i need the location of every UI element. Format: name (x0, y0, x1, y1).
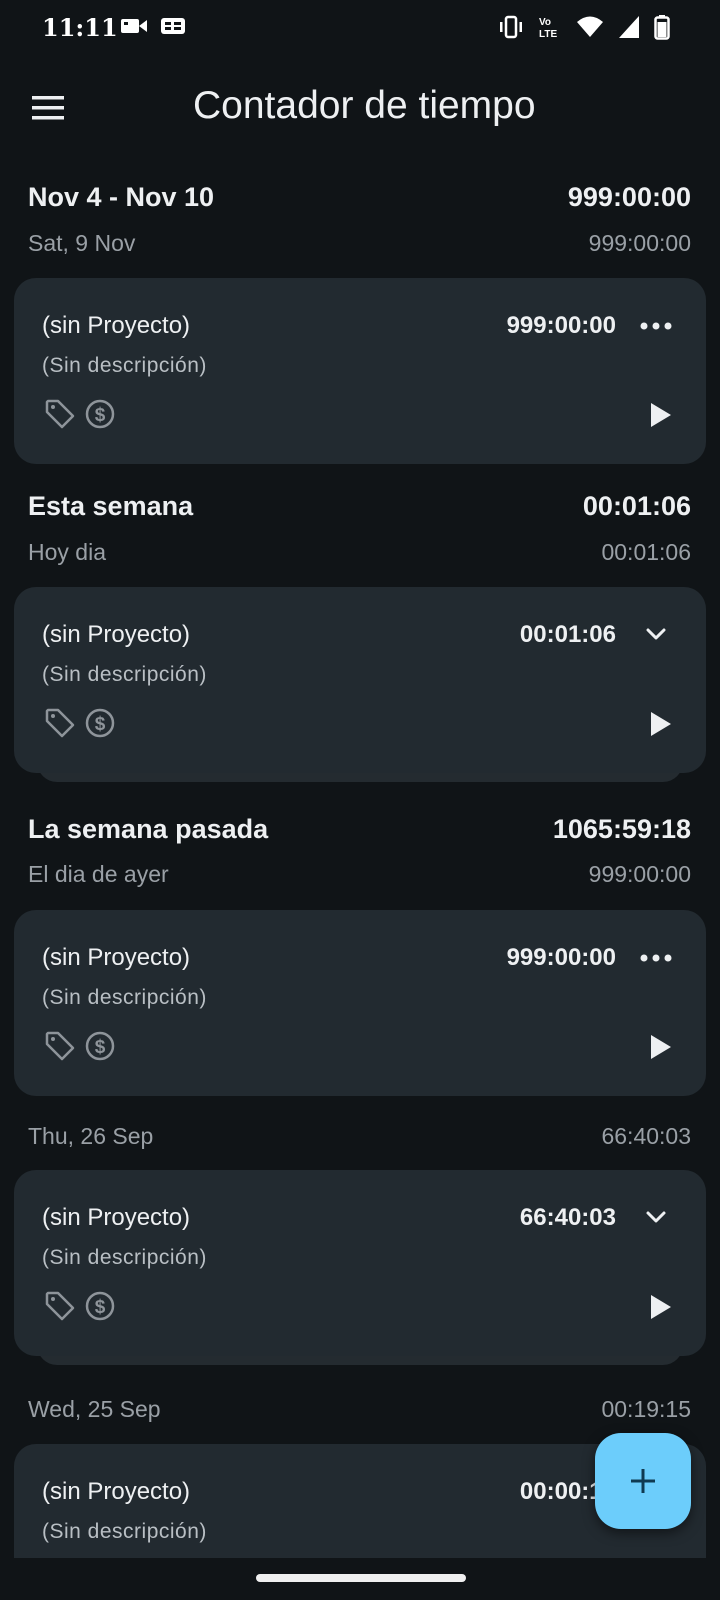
entry-duration: 00:01:06 (519, 621, 616, 648)
tag-icon[interactable] (44, 1290, 76, 1322)
start-timer-button[interactable] (642, 1030, 676, 1064)
week-total: 00:01:06 (582, 491, 691, 521)
more-options-button[interactable] (636, 310, 676, 342)
battery-icon (654, 15, 670, 40)
week-total: 999:00:00 (567, 182, 691, 212)
entry-project: (sin Proyecto) (42, 1478, 191, 1505)
week-header: Esta semana 00:01:06 (28, 491, 691, 522)
more-options-button[interactable] (636, 942, 676, 974)
plus-icon (631, 1469, 655, 1493)
week-label: Nov 4 - Nov 10 (28, 182, 215, 212)
more-horizontal-icon (640, 322, 672, 330)
billable-dollar-icon[interactable]: $ (84, 707, 116, 739)
day-label: Wed, 25 Sep (28, 1396, 161, 1422)
day-label: Thu, 26 Sep (28, 1123, 154, 1149)
home-indicator[interactable] (256, 1574, 466, 1582)
day-total: 999:00:00 (588, 861, 691, 887)
volte-icon: Vo LTE (539, 17, 557, 40)
status-time: 11:11 (42, 13, 118, 42)
entry-project: (sin Proyecto) (42, 944, 191, 971)
week-label: Esta semana (28, 491, 194, 521)
status-bar: 11:11 Vo LTE (0, 0, 720, 56)
navigation-bar (0, 1558, 720, 1600)
tag-icon[interactable] (44, 398, 76, 430)
add-entry-button[interactable] (595, 1433, 691, 1529)
time-entry-card[interactable]: (sin Proyecto) 999:00:00 (Sin descripció… (14, 910, 706, 1096)
entry-project: (sin Proyecto) (42, 1204, 191, 1231)
menu-button[interactable] (30, 94, 66, 122)
svg-text:$: $ (95, 1037, 106, 1058)
time-entry-card[interactable]: (sin Proyecto) 999:00:00 (Sin descripció… (14, 278, 706, 464)
start-timer-button[interactable] (642, 1290, 676, 1324)
caption-icon (161, 18, 185, 34)
entry-duration: 999:00:00 (506, 312, 616, 339)
more-horizontal-icon (640, 954, 672, 962)
wifi-icon (577, 16, 603, 37)
chevron-down-icon (646, 628, 666, 640)
entry-duration: 999:00:00 (506, 944, 616, 971)
billable-dollar-icon[interactable]: $ (84, 398, 116, 430)
day-total: 00:19:15 (601, 1396, 691, 1422)
entry-project: (sin Proyecto) (42, 312, 191, 339)
play-icon (651, 403, 671, 427)
tag-icon[interactable] (44, 1030, 76, 1062)
play-icon (651, 1035, 671, 1059)
week-header: Nov 4 - Nov 10 999:00:00 (28, 182, 691, 213)
svg-text:LTE: LTE (539, 29, 557, 40)
video-camera-icon (121, 19, 147, 33)
svg-text:$: $ (95, 714, 106, 735)
signal-icon (619, 16, 639, 38)
day-label: Sat, 9 Nov (28, 230, 136, 256)
play-icon (651, 1295, 671, 1319)
play-icon (651, 712, 671, 736)
tag-icon[interactable] (44, 707, 76, 739)
day-total: 00:01:06 (601, 539, 691, 565)
week-total: 1065:59:18 (552, 814, 691, 844)
day-label: El dia de ayer (28, 861, 169, 887)
menu-icon (32, 96, 64, 120)
time-entry-card[interactable]: (sin Proyecto) 66:40:03 (Sin descripción… (14, 1170, 706, 1356)
start-timer-button[interactable] (642, 398, 676, 432)
entry-description: (Sin descripción) (42, 354, 207, 377)
vibrate-icon (500, 15, 522, 39)
billable-dollar-icon[interactable]: $ (84, 1290, 116, 1322)
week-label: La semana pasada (28, 814, 269, 844)
entry-description: (Sin descripción) (42, 1520, 207, 1543)
time-entry-card[interactable]: (sin Proyecto) 00:01:06 (Sin descripción… (14, 587, 706, 773)
day-header: El dia de ayer 999:00:00 (28, 861, 691, 888)
svg-text:$: $ (95, 405, 106, 426)
entry-project: (sin Proyecto) (42, 621, 191, 648)
page-title: Contador de tiempo (193, 84, 536, 127)
day-header: Thu, 26 Sep 66:40:03 (28, 1123, 691, 1150)
expand-group-button[interactable] (636, 1202, 676, 1234)
week-header: La semana pasada 1065:59:18 (28, 814, 691, 845)
day-header: Sat, 9 Nov 999:00:00 (28, 230, 691, 257)
expand-group-button[interactable] (636, 619, 676, 651)
svg-text:$: $ (95, 1297, 106, 1318)
time-entries-list[interactable]: Nov 4 - Nov 10 999:00:00 Sat, 9 Nov 999:… (0, 168, 720, 1558)
svg-text:Vo: Vo (539, 17, 551, 28)
chevron-down-icon (646, 1211, 666, 1223)
entry-description: (Sin descripción) (42, 663, 207, 686)
day-total: 66:40:03 (601, 1123, 691, 1149)
billable-dollar-icon[interactable]: $ (84, 1030, 116, 1062)
day-label: Hoy dia (28, 539, 106, 565)
app-bar: Contador de tiempo (0, 56, 720, 168)
start-timer-button[interactable] (642, 707, 676, 741)
day-header: Wed, 25 Sep 00:19:15 (28, 1396, 691, 1423)
entry-description: (Sin descripción) (42, 1246, 207, 1269)
entry-duration: 66:40:03 (519, 1204, 616, 1231)
entry-description: (Sin descripción) (42, 986, 207, 1009)
day-header: Hoy dia 00:01:06 (28, 539, 691, 566)
day-total: 999:00:00 (588, 230, 691, 256)
